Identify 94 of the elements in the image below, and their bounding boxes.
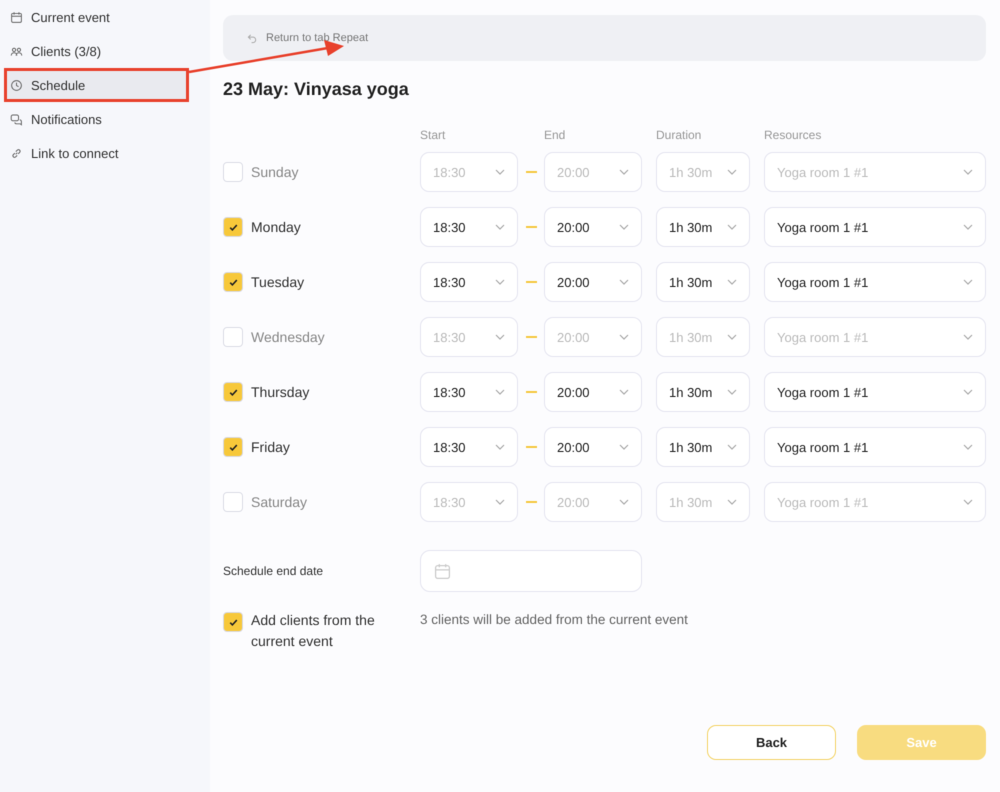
sidebar-item[interactable]: Notifications — [4, 102, 189, 136]
chevron-down-icon — [619, 224, 629, 230]
chevron-down-icon — [619, 169, 629, 175]
day-label: Thursday — [251, 384, 310, 400]
chevron-down-icon — [495, 499, 505, 505]
chevron-down-icon — [495, 279, 505, 285]
checkmark-icon — [228, 442, 238, 452]
clients-note: 3 clients will be added from the current event — [420, 612, 688, 629]
chevron-down-icon — [963, 444, 973, 450]
day-label: Sunday — [251, 164, 298, 180]
start-time-select[interactable]: 18:30 — [420, 427, 518, 467]
end-date-label: Schedule end date — [223, 564, 324, 578]
sidebar-item[interactable]: Clients (3/8) — [4, 34, 189, 68]
day-label: Monday — [251, 219, 301, 235]
add-clients-checkbox[interactable] — [223, 612, 243, 632]
chevron-down-icon — [727, 334, 737, 340]
column-header: Resources — [764, 128, 822, 142]
resource-select[interactable]: Yoga room 1 #1 — [764, 372, 986, 412]
end-time-select[interactable]: 20:00 — [544, 427, 642, 467]
chevron-down-icon — [619, 279, 629, 285]
day-label: Tuesday — [251, 274, 304, 290]
end-time-select[interactable]: 20:00 — [544, 372, 642, 412]
sidebar-item[interactable]: Schedule — [4, 68, 189, 102]
day-label: Saturday — [251, 494, 308, 510]
chevron-down-icon — [727, 499, 737, 505]
event-title: 23 May: Vinyasa yoga — [223, 79, 410, 100]
chevron-down-icon — [963, 334, 973, 340]
chevron-down-icon — [495, 444, 505, 450]
chevron-down-icon — [495, 169, 505, 175]
day-checkbox[interactable] — [223, 217, 243, 237]
chevron-down-icon — [963, 224, 973, 230]
duration-select[interactable]: 1h 30m — [656, 262, 750, 302]
range-dash — [526, 226, 536, 228]
resource-select[interactable]: Yoga room 1 #1 — [764, 427, 986, 467]
chevron-down-icon — [619, 334, 629, 340]
back-button[interactable]: Back — [707, 725, 836, 760]
range-dash — [526, 446, 536, 448]
day-label: Friday — [251, 439, 290, 455]
chevron-down-icon — [495, 389, 505, 395]
add-clients-label: Add clients from the current event — [251, 611, 376, 651]
column-header: End — [544, 128, 566, 142]
chevron-down-icon — [727, 169, 737, 175]
day-checkbox[interactable] — [223, 272, 243, 292]
range-dash — [526, 171, 536, 173]
day-checkbox[interactable] — [223, 492, 243, 512]
duration-select[interactable]: 1h 30m — [656, 372, 750, 412]
day-checkbox[interactable] — [223, 437, 243, 457]
return-link[interactable]: Return to tab Repeat — [266, 32, 368, 44]
sidebar-item[interactable]: Current event — [4, 0, 189, 34]
return-banner[interactable]: Return to tab Repeat — [223, 15, 986, 61]
duration-select[interactable]: 1h 30m — [656, 427, 750, 467]
day-checkbox[interactable] — [223, 382, 243, 402]
column-header: Start — [420, 128, 446, 142]
undo-icon — [247, 32, 258, 44]
start-time-select[interactable]: 18:30 — [420, 262, 518, 302]
day-checkbox[interactable] — [223, 162, 243, 182]
checkmark-icon — [228, 276, 238, 288]
range-dash — [526, 336, 536, 338]
chevron-down-icon — [619, 444, 629, 450]
chevron-down-icon — [963, 169, 973, 175]
column-header: Duration — [656, 128, 702, 142]
day-label: Wednesday — [251, 329, 325, 345]
duration-select[interactable]: 1h 30m — [656, 207, 750, 247]
range-dash — [526, 501, 536, 503]
end-time-select[interactable]: 20:00 — [544, 207, 642, 247]
day-checkbox[interactable] — [223, 327, 243, 347]
calendar-icon — [10, 10, 23, 24]
checkmark-icon — [228, 616, 238, 628]
end-date-field[interactable] — [420, 550, 642, 592]
end-time-select[interactable]: 20:00 — [544, 262, 642, 302]
calendar-icon — [434, 562, 451, 580]
chevron-down-icon — [963, 499, 973, 505]
chevron-down-icon — [727, 224, 737, 230]
chevron-down-icon — [727, 444, 737, 450]
checkmark-icon — [228, 222, 238, 232]
chevron-down-icon — [963, 389, 973, 395]
clock-icon — [10, 78, 23, 92]
chevron-down-icon — [619, 499, 629, 505]
checkmark-icon — [228, 386, 238, 398]
chevron-down-icon — [727, 279, 737, 285]
chevron-down-icon — [619, 389, 629, 395]
chevron-down-icon — [727, 389, 737, 395]
start-time-select[interactable]: 18:30 — [420, 207, 518, 247]
sidebar-item[interactable]: Link to connect — [4, 136, 189, 170]
chevron-down-icon — [495, 334, 505, 340]
chevron-down-icon — [495, 224, 505, 230]
link-icon — [10, 146, 23, 160]
resource-select[interactable]: Yoga room 1 #1 — [764, 262, 986, 302]
chevron-down-icon — [963, 279, 973, 285]
chat-icon — [10, 112, 23, 126]
range-dash — [526, 281, 536, 283]
start-time-select[interactable]: 18:30 — [420, 372, 518, 412]
range-dash — [526, 391, 536, 393]
resource-select[interactable]: Yoga room 1 #1 — [764, 207, 986, 247]
